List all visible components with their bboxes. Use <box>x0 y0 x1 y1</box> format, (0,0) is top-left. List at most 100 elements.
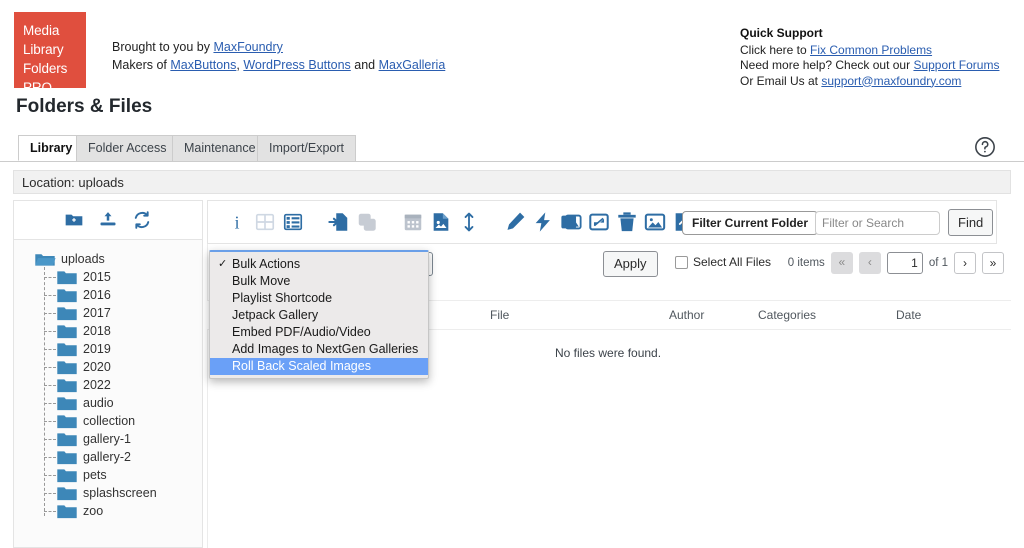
tree-branch-line <box>44 511 56 512</box>
tree-node-2019[interactable]: 2019 <box>18 340 204 358</box>
maxgalleria-link[interactable]: MaxGalleria <box>379 58 446 72</box>
tree-node-2016[interactable]: 2016 <box>18 286 204 304</box>
tree-node-label: 2022 <box>83 378 111 392</box>
tree-node-gallery-2[interactable]: gallery-2 <box>18 448 204 466</box>
tab-library[interactable]: Library <box>18 135 85 161</box>
prev-page-button[interactable]: ‹ <box>858 252 881 274</box>
tab-folder-access[interactable]: Folder Access <box>76 135 179 161</box>
wordpress-buttons-link[interactable]: WordPress Buttons <box>243 58 350 72</box>
tree-node-collection[interactable]: collection <box>18 412 204 430</box>
tree-branch-line <box>44 475 56 476</box>
file-image-icon[interactable] <box>430 211 452 233</box>
folder-tree-toolbar <box>13 200 203 240</box>
pagination: 0 items « ‹ 1 of 1 › » <box>788 252 1004 274</box>
next-page-button[interactable]: › <box>954 252 976 274</box>
first-page-button[interactable]: « <box>830 252 853 274</box>
tree-node-pets[interactable]: pets <box>18 466 204 484</box>
dropdown-item-embed-pdf-audio-video[interactable]: Embed PDF/Audio/Video <box>210 324 428 341</box>
dropdown-item-jetpack-gallery[interactable]: Jetpack Gallery <box>210 307 428 324</box>
tree-node-label: audio <box>83 396 114 410</box>
current-page-input[interactable]: 1 <box>886 252 923 274</box>
find-button[interactable]: Find <box>948 209 994 236</box>
grid-view-icon[interactable] <box>254 211 276 233</box>
total-pages-label: of 1 <box>928 257 948 269</box>
fix-common-problems-link[interactable]: Fix Common Problems <box>810 43 932 57</box>
images-stack-icon[interactable] <box>560 211 582 233</box>
tree-branch-line <box>44 367 56 368</box>
support-email-link[interactable]: support@maxfoundry.com <box>821 74 961 88</box>
maxfoundry-link[interactable]: MaxFoundry <box>213 40 282 54</box>
folder-tree: uploads 2015 2016 2017 2018 2019 2020 20… <box>18 250 204 520</box>
tree-node-splashscreen[interactable]: splashscreen <box>18 484 204 502</box>
dropdown-item-label: Bulk Move <box>232 274 291 288</box>
upload-icon[interactable] <box>98 210 118 230</box>
column-header-author[interactable]: Author <box>669 308 704 322</box>
dropdown-item-playlist-shortcode[interactable]: Playlist Shortcode <box>210 290 428 307</box>
tab-import-export[interactable]: Import/Export <box>257 135 357 161</box>
folder-icon <box>56 414 78 429</box>
duplicate-icon[interactable] <box>356 211 378 233</box>
support-line-3-prefix: Or Email Us at <box>740 73 822 88</box>
trash-icon[interactable] <box>616 211 638 233</box>
dropdown-item-bulk-actions[interactable]: ✓ Bulk Actions <box>210 256 428 273</box>
resize-image-icon[interactable] <box>588 211 610 233</box>
tab-maintenance[interactable]: Maintenance <box>172 135 268 161</box>
question-mark-circle-icon[interactable] <box>974 136 996 158</box>
column-header-file[interactable]: File <box>490 308 509 322</box>
lightning-bolt-icon[interactable] <box>532 211 554 233</box>
svg-text:i: i <box>235 212 240 232</box>
tree-branch-line <box>44 403 56 404</box>
tree-node-2018[interactable]: 2018 <box>18 322 204 340</box>
support-forums-link[interactable]: Support Forums <box>913 58 999 72</box>
tree-branch-line <box>44 349 56 350</box>
support-line-1: Click here to Fix Common Problems <box>740 43 1000 59</box>
last-page-button[interactable]: » <box>982 252 1004 274</box>
tree-node-audio[interactable]: audio <box>18 394 204 412</box>
column-header-date[interactable]: Date <box>896 308 921 322</box>
info-icon[interactable]: i <box>226 211 248 233</box>
refresh-icon[interactable] <box>132 210 152 230</box>
tree-node-2020[interactable]: 2020 <box>18 358 204 376</box>
calendar-icon[interactable] <box>402 211 424 233</box>
dropdown-item-add-images-to-nextgen-galleries[interactable]: Add Images to NextGen Galleries <box>210 341 428 358</box>
dropdown-item-bulk-move[interactable]: Bulk Move <box>210 273 428 290</box>
tree-node-zoo[interactable]: zoo <box>18 502 204 520</box>
location-bar: Location: uploads <box>13 170 1011 194</box>
maxbuttons-link[interactable]: MaxButtons <box>170 58 236 72</box>
list-view-icon[interactable] <box>282 211 304 233</box>
tree-node-2022[interactable]: 2022 <box>18 376 204 394</box>
tree-node-uploads[interactable]: uploads <box>18 250 204 268</box>
image-icon[interactable] <box>644 211 666 233</box>
checkmark-icon: ✓ <box>218 258 228 270</box>
add-folder-icon[interactable] <box>64 210 84 230</box>
dropdown-item-label: Bulk Actions <box>232 257 301 271</box>
dropdown-item-roll-back-scaled-images[interactable]: Roll Back Scaled Images <box>210 358 428 375</box>
filter-current-folder-button[interactable]: Filter Current Folder <box>682 211 819 235</box>
page-title: Folders & Files <box>16 96 153 117</box>
apply-button[interactable]: Apply <box>603 251 658 277</box>
column-header-categories[interactable]: Categories <box>758 308 816 322</box>
sort-vertical-icon[interactable] <box>458 211 480 233</box>
folder-icon <box>56 486 78 501</box>
edit-pencil-icon[interactable] <box>504 211 526 233</box>
select-all-label: Select All Files <box>693 255 772 269</box>
folder-icon <box>56 396 78 411</box>
search-input[interactable]: Filter or Search <box>815 211 940 235</box>
logo-line-1: Media <box>23 23 60 38</box>
tree-node-label: 2015 <box>83 270 111 284</box>
makers-prefix: Makers of <box>112 58 171 72</box>
support-line-2: Need more help? Check out our Support Fo… <box>740 58 1000 74</box>
tree-branch-line <box>44 313 56 314</box>
select-all-checkbox[interactable] <box>675 255 688 269</box>
tree-node-gallery-1[interactable]: gallery-1 <box>18 430 204 448</box>
logo-line-3: Folders PRO <box>23 61 68 95</box>
tree-node-2015[interactable]: 2015 <box>18 268 204 286</box>
select-all-files-control[interactable]: Select All Files <box>675 255 771 269</box>
toolbar-icon-group: i <box>226 211 722 233</box>
tree-node-label: uploads <box>61 252 105 266</box>
import-file-icon[interactable] <box>328 211 350 233</box>
tree-node-label: 2020 <box>83 360 111 374</box>
tree-node-label: gallery-2 <box>83 450 131 464</box>
tree-node-2017[interactable]: 2017 <box>18 304 204 322</box>
bulk-actions-dropdown-menu: ✓ Bulk Actions Bulk Move Playlist Shortc… <box>209 250 429 379</box>
